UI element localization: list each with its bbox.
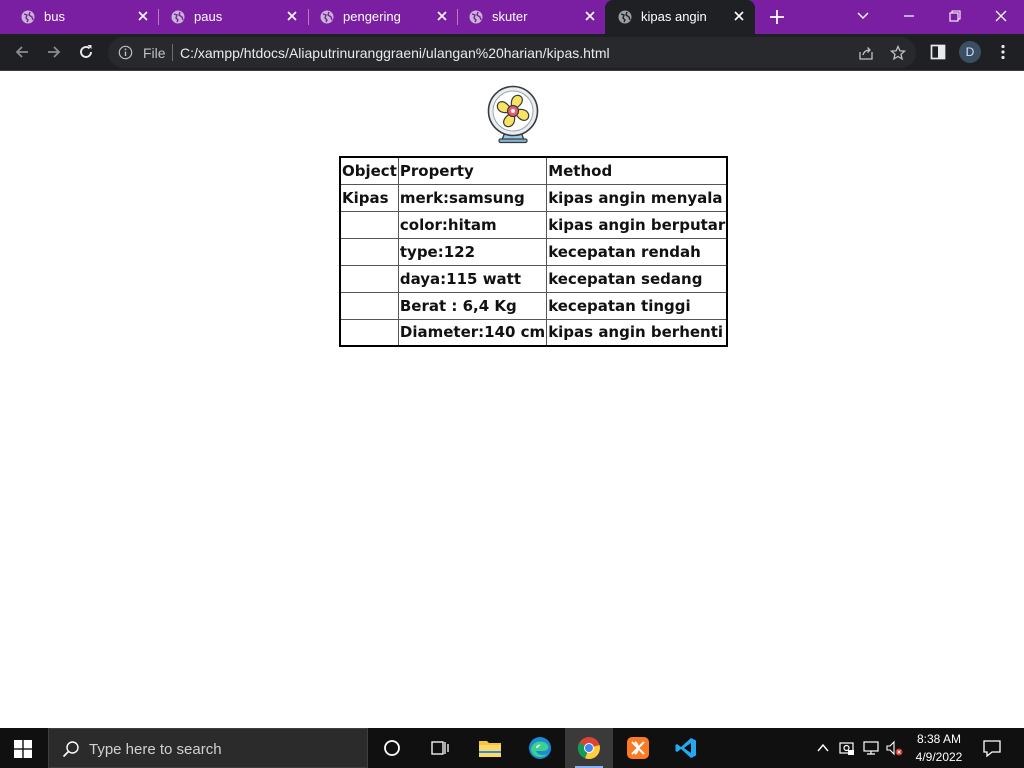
windows-taskbar: Type here to search 8:38 AM 4/9/2022: [0, 728, 1024, 768]
cortana-circle-icon: [384, 740, 400, 756]
close-icon[interactable]: [284, 8, 300, 24]
chrome-button[interactable]: [565, 728, 613, 768]
method-cell: kipas angin berhenti: [546, 318, 728, 347]
tab-search-chevron-icon[interactable]: [852, 5, 874, 27]
taskbar-search-box[interactable]: Type here to search: [48, 728, 368, 768]
new-tab-plus-icon[interactable]: [768, 8, 786, 26]
chrome-browser-icon: [577, 737, 600, 760]
method-cell: kecepatan rendah: [546, 237, 728, 266]
side-panel-icon[interactable]: [929, 43, 947, 61]
column-header-property: Property: [397, 156, 548, 185]
forward-arrow-icon[interactable]: [44, 42, 64, 62]
globe-icon: [320, 10, 334, 24]
method-cell: kipas angin berputar: [546, 210, 728, 239]
tab-title: kipas angin: [641, 9, 707, 24]
globe-icon: [469, 10, 483, 24]
object-cell: [339, 291, 399, 320]
tab-title: paus: [194, 9, 223, 24]
battery-settings-icon[interactable]: [838, 739, 856, 757]
tab-bus[interactable]: bus: [8, 0, 158, 34]
property-cell: daya:115 watt: [397, 264, 548, 293]
property-cell: Berat : 6,4 Kg: [397, 291, 548, 320]
notification-center-icon[interactable]: [982, 738, 1002, 758]
scheme-label: File: [143, 45, 166, 61]
object-cell: [339, 210, 399, 239]
globe-icon: [21, 10, 35, 24]
more-menu-icon[interactable]: [994, 43, 1012, 61]
tab-title: bus: [44, 9, 65, 24]
method-cell: kecepatan tinggi: [546, 291, 728, 320]
xampp-icon: [627, 737, 649, 759]
profile-avatar[interactable]: D: [959, 41, 981, 63]
object-cell: [339, 318, 399, 347]
close-icon[interactable]: [731, 8, 747, 24]
vscode-icon: [675, 738, 696, 758]
table-row: daya:115 watt kecepatan sedang: [339, 264, 728, 293]
table-row: Berat : 6,4 Kg kecepatan tinggi: [339, 291, 728, 320]
task-view-button-2[interactable]: [416, 728, 464, 768]
tab-paus[interactable]: paus: [158, 0, 308, 34]
file-explorer-button[interactable]: [466, 728, 514, 768]
task-view-icon: [431, 741, 449, 755]
tab-pengering[interactable]: pengering: [307, 0, 457, 34]
restore-icon[interactable]: [944, 5, 966, 27]
property-cell: Diameter:140 cm: [397, 318, 548, 347]
close-icon[interactable]: [582, 8, 598, 24]
tab-title: skuter: [492, 9, 528, 24]
table-header-row: Object Property Method: [339, 156, 728, 185]
edge-browser-icon: [529, 737, 551, 759]
info-icon[interactable]: [118, 45, 133, 60]
clock-time: 8:38 AM: [916, 732, 962, 746]
back-arrow-icon[interactable]: [12, 42, 32, 62]
tab-kipas-angin[interactable]: kipas angin: [605, 0, 755, 34]
search-placeholder: Type here to search: [89, 741, 222, 758]
table-row: color:hitam kipas angin berputar: [339, 210, 728, 239]
column-header-method: Method: [546, 156, 728, 185]
xampp-button[interactable]: [614, 728, 662, 768]
share-icon[interactable]: [858, 45, 874, 61]
folder-icon: [479, 741, 501, 757]
table-row: Diameter:140 cm kipas angin berhenti: [339, 318, 728, 347]
fan-icon: [487, 85, 539, 144]
address-bar[interactable]: File C:/xampp/htdocs/Aliaputrinuranggrae…: [108, 37, 916, 68]
property-cell: merk:samsung: [397, 183, 548, 212]
edge-button[interactable]: [516, 728, 564, 768]
bookmark-star-icon[interactable]: [890, 45, 906, 61]
url-text[interactable]: C:/xampp/htdocs/Aliaputrinuranggraeni/ul…: [180, 45, 610, 61]
taskbar-clock[interactable]: 8:38 AM 4/9/2022: [906, 730, 972, 766]
object-cell: [339, 264, 399, 293]
close-icon[interactable]: [434, 8, 450, 24]
browser-toolbar: File C:/xampp/htdocs/Aliaputrinuranggrae…: [0, 34, 1024, 71]
address-separator: [172, 44, 173, 61]
search-icon: [62, 741, 79, 758]
windows-start-icon[interactable]: [14, 740, 32, 758]
column-header-object: Object: [339, 156, 399, 185]
table-row: Kipas merk:samsung kipas angin menyala: [339, 183, 728, 212]
object-property-method-table: Object Property Method Kipas merk:samsun…: [339, 156, 729, 347]
object-cell: Kipas: [339, 183, 399, 212]
method-cell: kecepatan sedang: [546, 264, 728, 293]
tab-title: pengering: [343, 9, 401, 24]
page-content: Object Property Method Kipas merk:samsun…: [0, 71, 1024, 728]
minimize-icon[interactable]: [898, 5, 920, 27]
globe-icon: [171, 10, 185, 24]
network-icon[interactable]: [862, 739, 880, 757]
reload-icon[interactable]: [76, 42, 96, 62]
object-cell: [339, 237, 399, 266]
tab-strip: bus paus pengering skuter kipas angin: [0, 0, 1024, 34]
property-cell: color:hitam: [397, 210, 548, 239]
vscode-button[interactable]: [662, 728, 710, 768]
task-view-button[interactable]: [368, 728, 416, 768]
globe-icon: [618, 10, 632, 24]
close-icon[interactable]: [135, 8, 151, 24]
tab-skuter[interactable]: skuter: [456, 0, 606, 34]
volume-muted-icon[interactable]: [886, 739, 904, 757]
table-row: type:122 kecepatan rendah: [339, 237, 728, 266]
close-window-icon[interactable]: [990, 5, 1012, 27]
show-hidden-chevron-icon[interactable]: [814, 739, 832, 757]
clock-date: 4/9/2022: [915, 750, 963, 764]
method-cell: kipas angin menyala: [546, 183, 728, 212]
property-cell: type:122: [397, 237, 548, 266]
